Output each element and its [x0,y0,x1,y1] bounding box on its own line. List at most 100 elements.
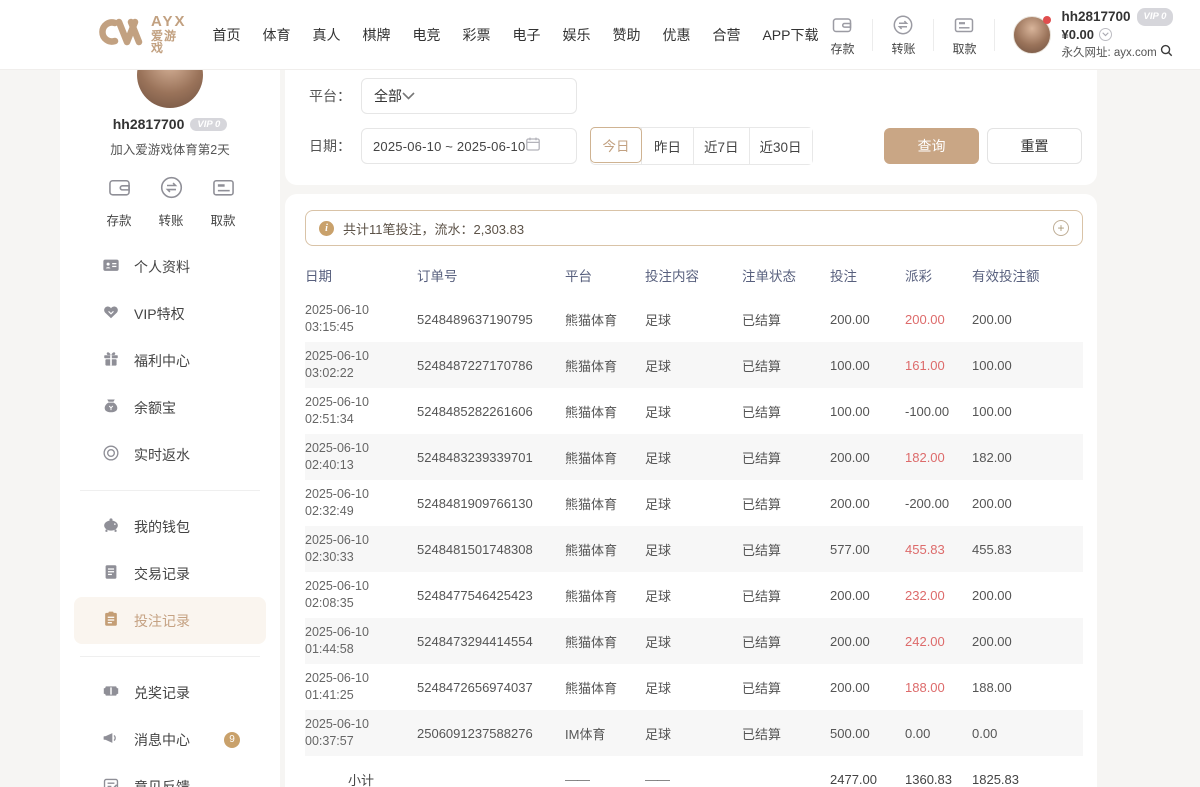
cell-bet: 100.00 [830,358,905,373]
cell-content: 足球 [645,678,742,697]
quick-date-today[interactable]: 今日 [590,127,642,163]
cell-payout: 232.00 [905,588,972,603]
header-deposit-button[interactable]: 存款 [818,13,866,57]
nav-item[interactable]: 体育 [262,25,290,45]
sidebar-username: hh2817700 [113,116,185,132]
cell-bet: 500.00 [830,726,905,741]
cell-status: 已结算 [742,724,830,743]
nav-item[interactable]: 优惠 [662,25,690,45]
summary-bar: i 共计11笔投注，流水：2,303.83 + [305,210,1083,246]
sidebar-item-prize-records[interactable]: 兑奖记录 [74,669,266,716]
sidebar-quick-actions: 存款 转账 取款 [60,174,280,229]
ticket-icon [102,682,120,703]
cell-platform: 熊猫体育 [565,494,645,513]
document-icon [102,563,120,584]
cell-content: 足球 [645,632,742,651]
nav-item[interactable]: 娱乐 [562,25,590,45]
header-withdraw-button[interactable]: 取款 [940,13,988,57]
col-order: 订单号 [417,265,565,285]
sidebar-item-message-center[interactable]: 消息中心 9 [74,716,266,763]
table-row: 2025-06-1001:41:25 5248472656974037 熊猫体育… [305,664,1083,710]
info-icon: i [319,221,334,236]
cell-order: 5248473294414554 [417,634,565,649]
subtotal-valid: 1825.83 [972,772,1083,787]
cell-bet: 100.00 [830,404,905,419]
sidebar-transfer-button[interactable]: 转账 [148,174,194,229]
feedback-icon [102,776,120,787]
divider [80,656,260,657]
table-body: 2025-06-1003:15:45 5248489637190795 熊猫体育… [305,296,1083,756]
sidebar-item-vip[interactable]: VIP特权 [74,290,266,337]
sidebar-deposit-button[interactable]: 存款 [96,174,142,229]
cell-status: 已结算 [742,402,830,421]
cell-status: 已结算 [742,494,830,513]
nav-item[interactable]: 赞助 [612,25,640,45]
nav-item[interactable]: APP下载 [762,25,818,45]
sidebar-item-wallet[interactable]: 我的钱包 [74,503,266,550]
user-avatar[interactable] [1013,16,1051,54]
records-panel: i 共计11笔投注，流水：2,303.83 + 日期 订单号 平台 投注内容 注… [285,194,1097,787]
cell-content: 足球 [645,310,742,329]
nav-item[interactable]: 电子 [512,25,540,45]
sidebar-withdraw-button[interactable]: 取款 [200,174,246,229]
cell-platform: 熊猫体育 [565,678,645,697]
cell-platform: 熊猫体育 [565,448,645,467]
cell-valid: 200.00 [972,496,1083,511]
filter-panel: 平台： 全部 日期： 2025-06-10 ~ 2025-06-10 今日 [285,70,1097,185]
cell-valid: 455.83 [972,542,1083,557]
cell-valid: 200.00 [972,634,1083,649]
vip-heart-icon [102,303,120,324]
cell-date: 2025-06-1002:30:33 [305,532,417,566]
quick-date-30days[interactable]: 近30日 [749,128,812,164]
expand-icon[interactable]: + [1053,220,1069,236]
col-valid: 有效投注额 [972,265,1083,285]
table-row: 2025-06-1001:44:58 5248473294414554 熊猫体育… [305,618,1083,664]
sidebar-item-profile[interactable]: 个人资料 [74,243,266,290]
subtotal-bet: 2477.00 [830,772,905,787]
cell-valid: 0.00 [972,726,1083,741]
nav-item[interactable]: 棋牌 [362,25,390,45]
nav-item[interactable]: 合营 [712,25,740,45]
nav-item[interactable]: 真人 [312,25,340,45]
nav-item[interactable]: 电竞 [412,25,440,45]
sidebar-item-yuebao[interactable]: 余额宝 [74,384,266,431]
cell-platform: 熊猫体育 [565,402,645,421]
table-row: 2025-06-1002:08:35 5248477546425423 熊猫体育… [305,572,1083,618]
cell-platform: IM体育 [565,724,645,743]
top-header: AYX 爱游戏 首页 体育 真人 棋牌 电竞 彩票 电子 娱乐 赞助 优惠 合营 APP下载 存款 转… [0,0,1200,70]
megaphone-icon [102,729,120,750]
nav-item[interactable]: 首页 [212,25,240,45]
cell-bet: 200.00 [830,450,905,465]
cell-date: 2025-06-1002:40:13 [305,440,417,474]
header-transfer-button[interactable]: 转账 [879,13,927,57]
quick-date-7days[interactable]: 近7日 [693,128,749,164]
sidebar-item-transactions[interactable]: 交易记录 [74,550,266,597]
cell-order: 5248485282261606 [417,404,565,419]
cell-payout: 188.00 [905,680,972,695]
sidebar-item-bet-records[interactable]: 投注记录 [74,597,266,644]
cell-date: 2025-06-1000:37:57 [305,716,417,750]
balance-amount: ¥0.00 [1061,27,1094,43]
main-nav: 首页 体育 真人 棋牌 电竞 彩票 电子 娱乐 赞助 优惠 合营 APP下载 [212,25,818,45]
platform-select[interactable]: 全部 [361,78,577,114]
balance-toggle-icon[interactable] [1099,28,1112,41]
col-date: 日期 [305,265,417,285]
search-button[interactable]: 查询 [884,128,979,164]
cell-content: 足球 [645,586,742,605]
sidebar-item-welfare[interactable]: 福利中心 [74,337,266,384]
user-info: hh2817700 VIP 0 ¥0.00 永久网址: ayx.com [1061,8,1173,62]
table-header: 日期 订单号 平台 投注内容 注单状态 投注 派彩 有效投注额 [305,254,1083,296]
quick-date-yesterday[interactable]: 昨日 [641,128,693,164]
cell-valid: 100.00 [972,404,1083,419]
reset-button[interactable]: 重置 [987,128,1082,164]
nav-item[interactable]: 彩票 [462,25,490,45]
cell-bet: 200.00 [830,496,905,511]
search-icon[interactable] [1160,44,1173,62]
sidebar-item-feedback[interactable]: 意见反馈 [74,763,266,787]
wallet-icon [106,174,133,206]
date-range-input[interactable]: 2025-06-10 ~ 2025-06-10 [361,128,577,164]
cell-date: 2025-06-1002:51:34 [305,394,417,428]
brand-logo[interactable]: AYX 爱游戏 [98,14,186,55]
table-row: 2025-06-1000:37:57 2506091237588276 IM体育… [305,710,1083,756]
sidebar-item-rebate[interactable]: 实时返水 [74,431,266,478]
